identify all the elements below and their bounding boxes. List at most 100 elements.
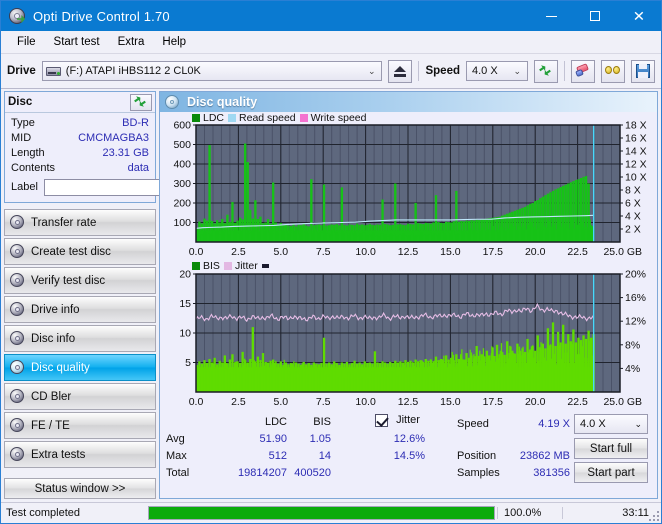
svg-text:300: 300 bbox=[173, 178, 191, 190]
ldc-chart[interactable]: LDC Read speed Write speed 100 200 300 400 5… bbox=[160, 112, 657, 260]
sidebar-item-label: Create test disc bbox=[31, 245, 111, 258]
disc-row-type-value: BD-R bbox=[122, 116, 149, 129]
sidebar-item-label: Transfer rate bbox=[31, 216, 97, 229]
refresh-icon bbox=[134, 95, 148, 109]
titlebar: Opti Drive Control 1.70 ✕ bbox=[1, 1, 661, 31]
sidebar-item-label: CD Bler bbox=[31, 390, 72, 403]
drive-select-value: (F:) ATAPI iHBS112 2 CL0K bbox=[65, 65, 201, 77]
svg-text:10: 10 bbox=[179, 328, 191, 340]
disc-row-length-key: Length bbox=[11, 146, 45, 159]
svg-text:25.0 GB: 25.0 GB bbox=[603, 246, 642, 258]
jitter-avg-value: 12.6% bbox=[393, 433, 425, 445]
svg-text:20%: 20% bbox=[625, 269, 646, 281]
disc-refresh-button[interactable] bbox=[130, 93, 152, 111]
jitter-label: Jitter bbox=[396, 414, 420, 427]
sidebar-item-fe-te[interactable]: FE / TE bbox=[4, 412, 156, 439]
inspect-button[interactable] bbox=[601, 59, 625, 83]
legend-label-read-speed: Read speed bbox=[239, 112, 296, 124]
legend-label-write-speed: Write speed bbox=[310, 112, 367, 124]
eject-icon bbox=[394, 65, 407, 77]
minimize-button[interactable] bbox=[529, 1, 573, 31]
menubar: File Start test Extra Help bbox=[1, 31, 661, 54]
disc-label-key: Label bbox=[11, 181, 38, 193]
jitter-checkbox[interactable] bbox=[375, 414, 388, 427]
speed-select[interactable]: 4.0 X ⌄ bbox=[466, 61, 528, 81]
svg-text:8%: 8% bbox=[625, 339, 640, 351]
disc-icon bbox=[10, 244, 25, 259]
start-part-button[interactable]: Start part bbox=[574, 462, 648, 483]
test-speed-select[interactable]: 4.0 X ⌄ bbox=[574, 414, 648, 434]
disc-icon bbox=[10, 273, 25, 288]
start-full-button[interactable]: Start full bbox=[574, 438, 648, 459]
svg-text:7.5: 7.5 bbox=[316, 246, 331, 258]
disc-row-type: Type BD-R bbox=[11, 115, 149, 130]
legend-swatch-bis bbox=[192, 262, 200, 270]
drive-select[interactable]: (F:) ATAPI iHBS112 2 CL0K ⌄ bbox=[41, 61, 383, 81]
svg-text:12.5: 12.5 bbox=[398, 396, 419, 408]
menu-item-help[interactable]: Help bbox=[153, 33, 195, 51]
toolbar-separator-2 bbox=[564, 61, 565, 81]
svg-text:18 X: 18 X bbox=[625, 120, 647, 132]
svg-text:22.5: 22.5 bbox=[567, 396, 588, 408]
sidebar-item-drive-info[interactable]: Drive info bbox=[4, 296, 156, 323]
page-title: Disc quality bbox=[187, 95, 258, 109]
test-speed-value: 4.0 X bbox=[580, 418, 606, 430]
sidebar-item-disc-info[interactable]: Disc info bbox=[4, 325, 156, 352]
svg-text:500: 500 bbox=[173, 139, 191, 151]
statusbar: Test completed 100.0% 33:11 bbox=[1, 502, 661, 523]
disc-row-mid-key: MID bbox=[11, 131, 32, 144]
legend-swatch-write-speed bbox=[299, 114, 308, 122]
eject-button[interactable] bbox=[388, 59, 413, 83]
progress-bar bbox=[148, 506, 495, 520]
refresh-button[interactable] bbox=[534, 59, 558, 83]
bis-chart[interactable]: BIS Jitter 5 10 15 20 4% 8% 12% 16% 20% 0.0 2.5 5.0… bbox=[160, 260, 657, 412]
svg-text:12 X: 12 X bbox=[625, 159, 647, 171]
save-floppy-icon bbox=[636, 64, 650, 78]
sidebar-item-disc-quality[interactable]: Disc quality bbox=[4, 354, 156, 381]
disc-row-contents: Contents data bbox=[11, 160, 149, 175]
position-label: Position bbox=[457, 450, 497, 462]
legend-label-jitter: Jitter bbox=[234, 260, 258, 272]
disc-icon bbox=[10, 389, 25, 404]
results-col-ldc: LDC bbox=[264, 416, 287, 428]
resize-grip[interactable] bbox=[649, 511, 659, 521]
disc-quality-icon bbox=[165, 95, 179, 109]
close-button[interactable]: ✕ bbox=[617, 1, 661, 31]
menu-item-start-test[interactable]: Start test bbox=[45, 33, 109, 51]
results-row-avg: Avg bbox=[166, 433, 185, 445]
status-window-button[interactable]: Status window >> bbox=[4, 478, 156, 499]
svg-text:20.0: 20.0 bbox=[525, 396, 546, 408]
chevron-down-icon: ⌄ bbox=[634, 418, 642, 429]
erase-button[interactable] bbox=[571, 59, 595, 83]
window-controls: ✕ bbox=[529, 1, 661, 31]
maximize-button[interactable] bbox=[573, 1, 617, 31]
sidebar-item-create-test-disc[interactable]: Create test disc bbox=[4, 238, 156, 265]
svg-text:17.5: 17.5 bbox=[483, 396, 504, 408]
sidebar-item-label: FE / TE bbox=[31, 419, 70, 432]
disc-icon bbox=[10, 302, 25, 317]
sidebar-item-label: Disc quality bbox=[31, 361, 90, 374]
jitter-checkbox-wrap[interactable]: Jitter bbox=[375, 414, 420, 427]
svg-text:16 X: 16 X bbox=[625, 133, 647, 145]
svg-text:16%: 16% bbox=[625, 292, 646, 304]
chevron-down-icon: ⌄ bbox=[513, 65, 521, 76]
sidebar-item-label: Drive info bbox=[31, 303, 80, 316]
svg-text:15.0: 15.0 bbox=[440, 246, 461, 258]
disc-row-mid-value: CMCMAGBA3 bbox=[78, 131, 149, 144]
sidebar-item-verify-test-disc[interactable]: Verify test disc bbox=[4, 267, 156, 294]
disc-panel-title: Disc bbox=[8, 96, 33, 108]
menu-item-extra[interactable]: Extra bbox=[109, 33, 154, 51]
sidebar-item-cd-bler[interactable]: CD Bler bbox=[4, 383, 156, 410]
svg-text:10.0: 10.0 bbox=[355, 396, 376, 408]
svg-text:12%: 12% bbox=[625, 316, 646, 328]
position-value: 23862 MB bbox=[519, 450, 570, 462]
chevron-down-icon: ⌄ bbox=[367, 65, 376, 76]
svg-text:15.0: 15.0 bbox=[440, 396, 461, 408]
sidebar-item-extra-tests[interactable]: Extra tests bbox=[4, 441, 156, 468]
legend-item-jitter: Jitter bbox=[223, 260, 258, 272]
save-button[interactable] bbox=[631, 59, 655, 83]
sidebar-item-transfer-rate[interactable]: Transfer rate bbox=[4, 209, 156, 236]
svg-text:400: 400 bbox=[173, 159, 191, 171]
menu-item-file[interactable]: File bbox=[8, 33, 45, 51]
